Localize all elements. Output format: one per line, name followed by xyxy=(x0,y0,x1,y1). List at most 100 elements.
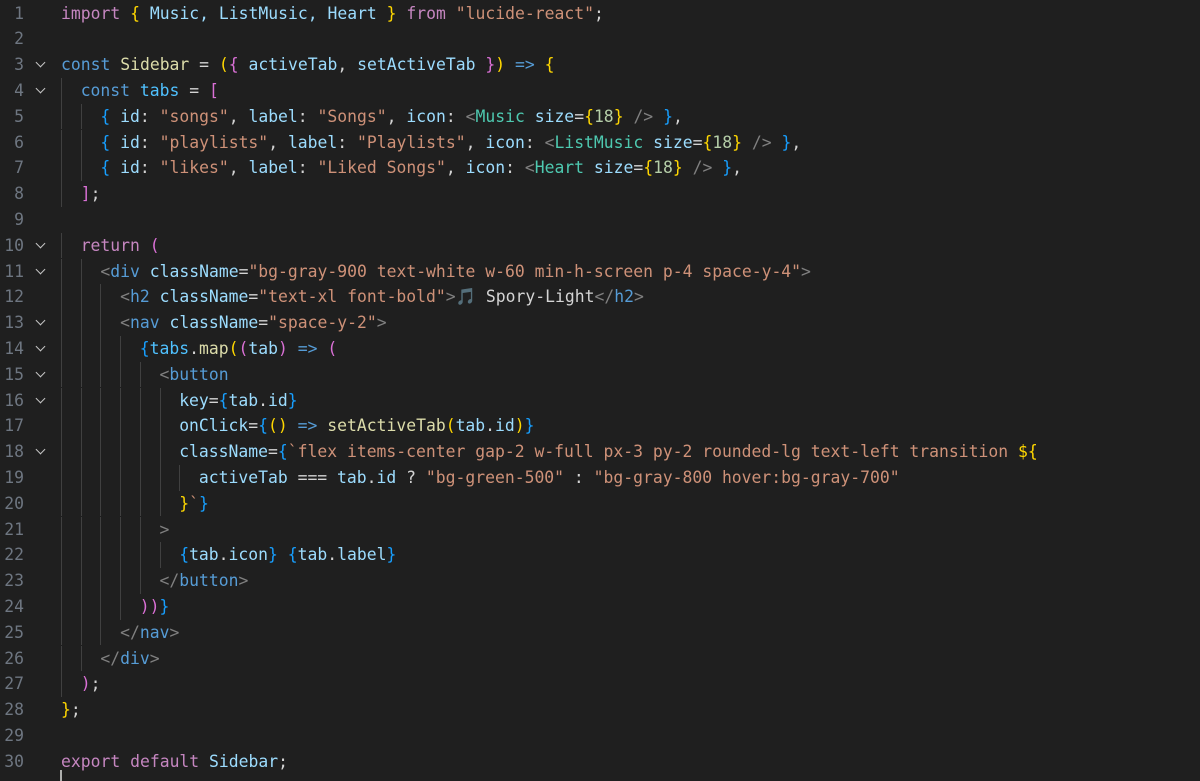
code-token: size xyxy=(653,132,693,152)
line-number: 23 xyxy=(4,571,24,591)
code-text: export default Sidebar; xyxy=(61,749,288,775)
fold-chevron-icon[interactable] xyxy=(34,52,50,78)
code-token: Sidebar xyxy=(209,751,279,771)
indent-guide xyxy=(100,490,102,517)
code-line[interactable]: 24))} xyxy=(0,593,1200,620)
code-token: className xyxy=(149,261,239,281)
code-line[interactable]: 19 activeTab === tab.id ? "bg-green-500" … xyxy=(0,464,1200,491)
indent-guide xyxy=(61,103,62,130)
line-number: 14 xyxy=(4,338,24,358)
code-line[interactable]: 5 { id: "songs", label: "Songs", icon: <M… xyxy=(0,103,1200,130)
code-text: <div className="bg-gray-900 text-white w… xyxy=(100,259,811,285)
code-line[interactable]: 11 <div className="bg-gray-900 text-white… xyxy=(0,258,1200,285)
indent-guide xyxy=(120,361,122,388)
line-number: 30 xyxy=(4,751,24,771)
code-token: ( xyxy=(218,55,229,75)
code-token: ; xyxy=(70,700,81,720)
code-line[interactable]: 3 const Sidebar = ({ activeTab, setActive… xyxy=(0,52,1200,78)
code-line[interactable]: 12 <h2 className="text-xl font-bold">🎵 Sp… xyxy=(0,284,1200,311)
code-token: === xyxy=(287,467,338,487)
fold-chevron-icon[interactable] xyxy=(34,362,50,388)
code-line[interactable]: 8]; xyxy=(0,181,1200,207)
code-token: = xyxy=(238,261,249,281)
indent-guide xyxy=(80,310,82,336)
indent-guide xyxy=(100,464,102,491)
code-token: 18 xyxy=(653,158,673,178)
code-line[interactable]: 23 </button> xyxy=(0,568,1200,594)
code-line[interactable]: 18 className={`flex items-center gap-2 w-… xyxy=(0,439,1200,465)
fold-chevron-icon[interactable] xyxy=(34,259,50,285)
code-line[interactable]: 4 const tabs = [ xyxy=(0,77,1200,104)
indent-guide xyxy=(80,284,82,311)
code-token: `flex items-center gap-2 w-full px-3 py-… xyxy=(287,442,1018,462)
fold-chevron-icon[interactable] xyxy=(34,336,50,362)
code-text: className={`flex items-center gap-2 w-fu… xyxy=(179,439,1038,465)
code-token: } xyxy=(179,493,190,513)
code-token: > xyxy=(376,313,387,333)
indent-guide xyxy=(139,490,141,517)
code-line[interactable]: 13 <nav className="space-y-2"> xyxy=(0,310,1200,336)
code-line[interactable]: 16 key={tab.id} xyxy=(0,387,1200,414)
code-token: = xyxy=(189,55,219,75)
line-number: 8 xyxy=(14,184,24,204)
line-number: 27 xyxy=(4,674,24,694)
code-line[interactable]: 2 xyxy=(0,26,1200,52)
code-editor[interactable]: 1 import { Music, ListMusic, Heart } from… xyxy=(0,0,1200,781)
code-token: </ xyxy=(120,622,140,642)
line-number: 3 xyxy=(14,55,24,75)
code-line[interactable]: 9 xyxy=(0,207,1200,233)
code-line[interactable]: 1 import { Music, ListMusic, Heart } from… xyxy=(0,1,1200,27)
code-line[interactable]: 25 </nav> xyxy=(0,619,1200,646)
code-token: ( xyxy=(327,338,338,358)
indent-guide xyxy=(100,568,102,594)
code-token: : xyxy=(505,158,525,178)
code-token: "songs" xyxy=(159,106,229,126)
code-line[interactable]: 20}`} xyxy=(0,490,1200,517)
code-token: ${ xyxy=(1017,442,1038,462)
indent-guide xyxy=(139,387,141,414)
code-line[interactable]: 27); xyxy=(0,671,1200,698)
code-text: onClick={() => setActiveTab(tab.id)} xyxy=(179,413,534,439)
code-token: : xyxy=(139,132,160,152)
code-token: . xyxy=(366,467,377,487)
code-token: "likes" xyxy=(159,158,229,178)
fold-chevron-icon[interactable] xyxy=(34,388,50,414)
code-line[interactable]: 22 {tab.icon} {tab.label} xyxy=(0,542,1200,569)
code-line[interactable]: 14 {tabs.map((tab) => ( xyxy=(0,335,1200,362)
fold-chevron-icon[interactable] xyxy=(34,233,50,259)
code-token: } xyxy=(386,3,397,23)
fold-chevron-icon[interactable] xyxy=(34,78,50,104)
code-token: tab xyxy=(337,467,367,487)
code-line[interactable]: 28}; xyxy=(0,697,1200,723)
code-line[interactable]: 29 xyxy=(0,723,1200,749)
line-number: 18 xyxy=(4,442,24,462)
indent-guide xyxy=(159,387,161,414)
code-token: "bg-green-500" xyxy=(425,467,565,487)
code-line[interactable]: 30 export default Sidebar; xyxy=(0,749,1200,775)
line-number: 19 xyxy=(4,467,24,487)
code-token: : xyxy=(337,132,358,152)
code-token: { xyxy=(287,545,298,565)
code-line[interactable]: 15 <button xyxy=(0,361,1200,388)
indent-guide xyxy=(61,645,62,672)
code-token: const xyxy=(61,55,111,75)
code-token: button xyxy=(169,364,229,384)
code-line[interactable]: 10 return ( xyxy=(0,232,1200,259)
code-line[interactable]: 7 { id: "likes", label: "Liked Songs", ic… xyxy=(0,155,1200,182)
code-token: , xyxy=(732,158,743,178)
fold-chevron-icon[interactable] xyxy=(34,439,50,465)
code-token: { xyxy=(584,106,594,126)
fold-chevron-icon[interactable] xyxy=(34,310,50,336)
code-line[interactable]: 21 > xyxy=(0,516,1200,543)
code-line[interactable]: 17 onClick={() => setActiveTab(tab.id)} xyxy=(0,413,1200,440)
code-line[interactable]: 26 </div> xyxy=(0,645,1200,672)
code-line[interactable]: 6 { id: "playlists", label: "Playlists", … xyxy=(0,129,1200,156)
code-token: icon xyxy=(228,545,269,565)
indent-guide xyxy=(100,593,102,620)
indent-guide xyxy=(61,439,62,465)
